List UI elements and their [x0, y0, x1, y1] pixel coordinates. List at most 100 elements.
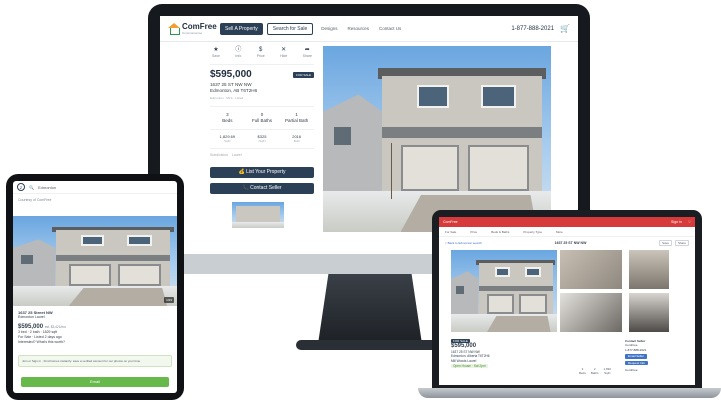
house-photo: [323, 46, 551, 232]
photo-count: 1/33: [164, 297, 174, 303]
nav-contact[interactable]: Contact Us: [379, 26, 401, 31]
action-label: Share: [302, 54, 312, 58]
laptop-address-head: 1637 25 ST NW NW: [554, 241, 587, 245]
action-label: Hide: [280, 54, 288, 58]
gallery-photo-interior[interactable]: [560, 250, 622, 289]
cart-icon[interactable]: 🛒: [560, 24, 570, 33]
sqft-stat: 1,829.69 SqFt: [210, 134, 245, 144]
info-action[interactable]: ⓘ Info: [235, 46, 241, 58]
baths-stat: 0 Full Baths: [245, 112, 280, 124]
filter-more[interactable]: More: [556, 230, 563, 234]
request-info-button[interactable]: Request Info: [625, 360, 649, 366]
laptop-gallery: [451, 250, 669, 332]
site-header: ComFree Commonsense Sell A Property Sear…: [160, 16, 578, 42]
photo-thumbnail[interactable]: [232, 202, 284, 228]
filter-for-sale[interactable]: For Sale: [445, 230, 456, 234]
open-house-tag[interactable]: Open House · Sat 2pm: [451, 364, 488, 369]
filter-price[interactable]: Price: [470, 230, 477, 234]
info-icon: ⓘ: [235, 47, 242, 53]
filter-bar: For Sale Price Beds & Baths Property Typ…: [439, 227, 695, 237]
laptop-listing-details: FOR SALE $595,000 1637 25 ST NW NW Edmon…: [451, 339, 611, 369]
list-property-button[interactable]: 💰 List Your Property: [210, 167, 314, 178]
laptop-save-button[interactable]: Save: [659, 240, 672, 246]
laptop-title-row: < Back to Edmonton search 1637 25 ST NW …: [439, 237, 695, 249]
listing-meta: Edmonton · MLS · Listed: [210, 96, 244, 100]
save-action[interactable]: ★ Save: [212, 46, 220, 58]
price-action[interactable]: $ Price: [257, 46, 265, 58]
hide-action[interactable]: ✕ Hide: [280, 46, 287, 58]
gallery-main-photo[interactable]: [451, 250, 557, 332]
nav-designs[interactable]: Designs: [321, 26, 337, 31]
year-built-stat: 2016 Built: [279, 134, 314, 144]
laptop-address-line-3: Mill Woods Laurel: [451, 358, 477, 363]
laptop-baths-stat: 2 Baths: [591, 367, 599, 375]
nav-resources[interactable]: Resources: [348, 26, 370, 31]
gallery-photo-living-room[interactable]: [560, 293, 622, 332]
subdivision-value: Laurel: [231, 153, 242, 157]
search-for-sale-button[interactable]: Search for Sale: [266, 22, 314, 35]
button-label: Contact Seller: [250, 185, 282, 191]
price-per-sqft-stat: $325/SqFt: [245, 134, 280, 144]
stat-label: Baths: [590, 371, 599, 375]
partial-bath-stat: 1 Partial Bath: [279, 112, 314, 124]
house-logo-icon: [168, 23, 180, 35]
stat-unit: /SqFt: [258, 139, 266, 143]
sell-property-button[interactable]: Sell A Property: [220, 22, 263, 35]
topbar-brand[interactable]: ComFree: [443, 220, 458, 224]
laptop-actions: Save Share: [659, 240, 689, 246]
gallery-photo-hallway[interactable]: [629, 250, 669, 289]
logo-tagline: Commonsense: [182, 31, 203, 35]
laptop-screen: ComFree Sign In ♡ For Sale Price Beds & …: [439, 217, 695, 385]
tablet-price-sub: est. $3,421/mo: [44, 325, 66, 329]
contact-seller-button[interactable]: 📞 Contact Seller: [210, 183, 314, 194]
house-photo: [13, 216, 177, 306]
stat-label: Full Baths: [252, 118, 273, 123]
laptop-beds-stat: 3 Beds: [579, 367, 586, 375]
stat-label: Beds: [222, 118, 233, 123]
laptop-share-button[interactable]: Share: [674, 240, 689, 246]
listing-stats: 3 Beds 0 Full Baths 1 Partial Bath: [210, 106, 314, 130]
tablet-device: Z 🔍 Edmonton Courtesy of ComFree 1/33 16…: [6, 174, 184, 400]
stat-label: Partial Bath: [285, 118, 309, 123]
courtesy-text: Courtesy of ComFree: [18, 198, 52, 202]
laptop-price: $595,000: [451, 343, 477, 350]
contact-panel-footer: ComFree: [625, 368, 638, 373]
laptop-stats: 3 Beds 2 Baths 1,830 SqFt: [579, 367, 611, 375]
gallery-photo-kitchen[interactable]: [629, 293, 669, 332]
heart-icon[interactable]: ♡: [688, 220, 691, 224]
comfree-logo[interactable]: ComFree Commonsense: [168, 22, 220, 35]
tablet-header: Z 🔍 Edmonton: [13, 181, 177, 194]
share-action[interactable]: ➦ Share: [303, 46, 312, 58]
price-row: $595,000 FOR SALE: [210, 64, 314, 80]
laptop-device: ComFree Sign In ♡ For Sale Price Beds & …: [432, 210, 702, 390]
monitor-stand: [318, 274, 422, 344]
status-badge: FOR SALE: [293, 71, 314, 78]
subdivision-row: Subdivision Laurel: [210, 149, 314, 161]
email-seller-button[interactable]: Email Seller: [625, 354, 648, 359]
sign-in-link[interactable]: Sign In: [671, 220, 682, 224]
tablet-listing-info: 1637 25 Street NW Edmonton Laurel $595,0…: [13, 306, 177, 349]
tablet-main-photo[interactable]: 1/33: [13, 216, 177, 306]
address-line-2: Edmonton, AB T6T2H6: [210, 88, 258, 93]
listing-main-photo[interactable]: [323, 46, 551, 232]
stat-label: Beds: [579, 371, 586, 375]
email-button[interactable]: Email: [21, 377, 169, 387]
logo-icon[interactable]: Z: [17, 183, 25, 191]
tablet-interested[interactable]: Interested? What's this worth?: [18, 340, 172, 345]
tablet-notice[interactable]: Join or Sign in · Find homes instantly: …: [18, 355, 172, 367]
tablet-neighbourhood: Edmonton Laurel: [18, 315, 45, 319]
header-phone[interactable]: 1-877-888-2021: [511, 26, 554, 32]
back-link[interactable]: < Back to Edmonton search: [445, 241, 482, 245]
listing-summary: ★ Save ⓘ Info $ Price ✕ Hide ➦ Share $595,000…: [210, 46, 314, 228]
star-icon: ★: [213, 47, 219, 53]
listing-price: $595,000: [210, 69, 252, 80]
contact-panel-phone[interactable]: 1-877-888-2021: [625, 348, 687, 352]
stat-label: SqFt: [604, 371, 611, 375]
dollar-icon: $: [259, 47, 263, 53]
listing-actions: ★ Save ⓘ Info $ Price ✕ Hide ➦ Share: [210, 46, 314, 58]
filter-beds-baths[interactable]: Beds & Baths: [491, 230, 509, 234]
search-input[interactable]: Edmonton: [38, 185, 173, 190]
laptop-sqft-stat: 1,830 SqFt: [604, 367, 612, 375]
filter-property-type[interactable]: Property Type: [523, 230, 542, 234]
stat-unit: Built: [293, 139, 300, 143]
